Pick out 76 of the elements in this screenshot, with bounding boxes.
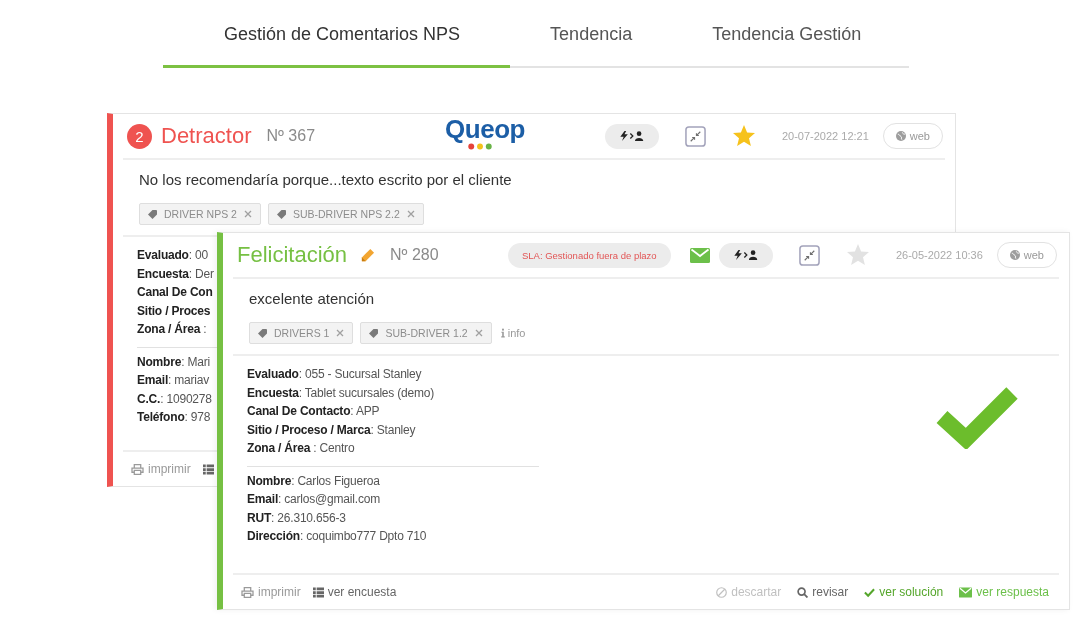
search-icon <box>797 586 809 598</box>
detail-line: C.C.: 1090278 <box>137 390 212 408</box>
tag-label: DRIVER NPS 2 <box>164 208 237 220</box>
survey-link[interactable]: ver encuesta <box>312 585 397 599</box>
check-icon <box>864 586 876 598</box>
tag-icon <box>258 328 267 338</box>
printer-icon <box>131 463 144 475</box>
detail-line: Sitio / Proceso / Marca: Stanley <box>247 421 416 439</box>
solution-link[interactable]: ver solución <box>864 585 944 599</box>
close-icon[interactable] <box>243 210 252 218</box>
printer-icon <box>241 586 254 598</box>
channel-button[interactable]: web <box>996 242 1057 268</box>
survey-link[interactable] <box>202 463 214 475</box>
detail-line: Nombre: Carlos Figueroa <box>247 472 380 490</box>
discard-link[interactable]: descartar <box>716 585 782 599</box>
tag-label: DRIVERS 1 <box>274 327 330 339</box>
detail-line: Dirección: coquimbo777 Dpto 710 <box>247 528 427 545</box>
detail-line: Encuesta: Der <box>137 265 214 283</box>
detail-line: Email: mariav <box>137 372 210 389</box>
compress-icon[interactable] <box>798 244 820 266</box>
print-link[interactable]: imprimir <box>241 585 301 599</box>
globe-icon <box>895 131 906 141</box>
detail-line: Encuesta: Tablet sucursales (demo) <box>247 384 435 402</box>
card-title: Detractor <box>161 123 252 149</box>
detail-line: Nombre: Mari <box>137 353 210 371</box>
detail-line: Zona / Área : Centro <box>247 439 355 457</box>
sla-pill: SLA: Gestionado fuera de plazo <box>507 242 671 268</box>
date-text: 26-05-2022 10:36 <box>895 249 983 261</box>
print-link[interactable]: imprimir <box>131 462 191 476</box>
tag-icon <box>369 328 379 338</box>
tab[interactable]: Tendencia Gestión <box>672 0 902 68</box>
dots-icon <box>468 142 492 150</box>
assign-button[interactable] <box>604 123 659 149</box>
close-icon[interactable] <box>474 329 483 337</box>
star-icon[interactable] <box>845 243 870 267</box>
count-badge: 2 <box>127 123 152 149</box>
close-icon[interactable] <box>336 329 345 337</box>
tag-label: SUB-DRIVER NPS 2.2 <box>292 208 400 220</box>
detail-line: Email: carlos@gmail.com <box>247 491 380 508</box>
info-icon <box>500 328 505 338</box>
close-icon[interactable] <box>406 210 415 218</box>
case-number: Nº 280 <box>390 246 439 264</box>
detail-line: Evaluado: 00 <box>137 247 208 264</box>
detail-line: Canal De Contacto: APP <box>247 403 380 420</box>
assign-button[interactable] <box>718 242 773 268</box>
detail-line: Sitio / Proces <box>137 302 211 320</box>
tag-icon <box>276 209 286 219</box>
tag-icon <box>148 209 157 219</box>
comment-text: No los recomendaría porque...texto escrito por el cliente <box>139 170 512 190</box>
detail-line: Evaluado: 055 - Sucursal Stanley <box>247 366 422 383</box>
bolt-user-icon <box>618 131 645 141</box>
logo: Queop <box>445 116 525 142</box>
detail-line: Teléfono: 978 <box>137 409 211 426</box>
ban-icon <box>716 586 728 598</box>
case-number: Nº 367 <box>266 127 316 145</box>
channel-button[interactable]: web <box>882 123 943 149</box>
review-link[interactable]: revisar <box>797 585 849 599</box>
response-link[interactable]: ver respuesta <box>959 585 1049 599</box>
list-icon <box>312 586 324 598</box>
info-link[interactable]: info <box>500 327 526 339</box>
card-title: Felicitación <box>237 242 348 268</box>
pencil-icon[interactable] <box>360 247 376 263</box>
list-icon <box>202 463 214 475</box>
globe-icon <box>1009 250 1020 260</box>
tag-label: SUB-DRIVER 1.2 <box>385 327 468 339</box>
detail-line: RUT: 26.310.656-3 <box>247 509 346 527</box>
compress-icon[interactable] <box>684 125 706 147</box>
comment-text: excelente atención <box>249 289 375 309</box>
date-text: 20-07-2022 12:21 <box>781 130 869 142</box>
bolt-user-icon <box>732 250 759 260</box>
tab[interactable]: Tendencia <box>510 0 673 68</box>
detail-line: Zona / Área : <box>137 320 207 338</box>
detail-line: Canal De Con <box>137 284 213 301</box>
tab[interactable]: Gestión de Comentarios NPS <box>163 0 511 68</box>
star-icon[interactable] <box>731 124 756 148</box>
envelope-icon <box>959 586 973 598</box>
